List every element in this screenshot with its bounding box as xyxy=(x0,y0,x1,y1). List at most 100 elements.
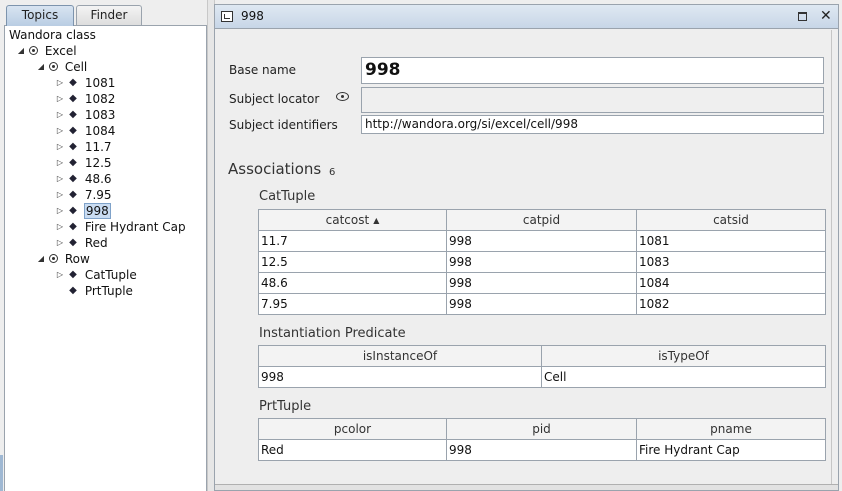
table-cell[interactable]: 1083 xyxy=(636,251,826,273)
column-header-pcolor[interactable]: pcolor xyxy=(258,418,447,440)
panel-window-icon xyxy=(221,11,233,22)
table-cell[interactable]: Fire Hydrant Cap xyxy=(636,439,826,461)
maximize-icon[interactable] xyxy=(798,12,807,21)
subject-locator-field[interactable] xyxy=(361,87,824,113)
topic-diamond-icon: ◆ xyxy=(69,77,77,88)
table-cell[interactable]: Red xyxy=(258,439,447,461)
column-header-pname[interactable]: pname xyxy=(636,418,826,440)
collapsed-toggle-icon[interactable]: ▷ xyxy=(54,171,66,187)
table-cell[interactable]: 12.5 xyxy=(258,251,447,273)
topic-diamond-icon: ◆ xyxy=(69,93,77,104)
column-header-catsid[interactable]: catsid xyxy=(636,209,826,231)
table-cell[interactable]: 998 xyxy=(446,439,637,461)
collapsed-toggle-icon[interactable]: ▷ xyxy=(54,219,66,235)
subject-locator-label: Subject locator xyxy=(229,92,320,106)
expanded-toggle-icon[interactable]: ◢ xyxy=(15,43,27,59)
tree-item-12-5[interactable]: ▷ ◆ 12.5 xyxy=(54,155,113,171)
collapsed-toggle-icon[interactable]: ▷ xyxy=(54,139,66,155)
topic-diamond-icon: ◆ xyxy=(69,173,77,184)
column-header-istypeof[interactable]: isTypeOf xyxy=(541,345,826,367)
collapsed-toggle-icon[interactable]: ▷ xyxy=(54,91,66,107)
table-cell[interactable]: 11.7 xyxy=(258,230,447,252)
topic-diamond-icon: ◆ xyxy=(69,157,77,168)
table-cell[interactable]: 998 xyxy=(258,366,542,388)
table-cell[interactable]: 1082 xyxy=(636,293,826,315)
tree-item-excel[interactable]: ◢ Excel xyxy=(15,43,78,59)
associations-heading: Associations xyxy=(228,160,322,178)
tree-item-1082[interactable]: ▷ ◆ 1082 xyxy=(54,91,116,107)
tree-item-label: 12.5 xyxy=(84,156,112,170)
table-cell[interactable]: 1084 xyxy=(636,272,826,294)
collapsed-toggle-icon[interactable]: ▷ xyxy=(54,267,66,283)
tree-item-fire-hydrant-cap[interactable]: ▷ ◆ Fire Hydrant Cap xyxy=(54,219,187,235)
table-header-row: catcost ▲ catpid catsid xyxy=(258,209,826,231)
table-cell[interactable]: 998 xyxy=(446,230,637,252)
tab-topics[interactable]: Topics xyxy=(6,5,74,26)
table-cell[interactable]: 7.95 xyxy=(258,293,447,315)
class-node-icon xyxy=(29,46,38,55)
table-cell[interactable]: Cell xyxy=(541,366,826,388)
tree-item-red[interactable]: ▷ ◆ Red xyxy=(54,235,109,251)
left-edge-strip xyxy=(0,455,3,491)
collapsed-toggle-icon[interactable]: ▷ xyxy=(54,155,66,171)
tree-item-label: 7.95 xyxy=(84,188,112,202)
tree-item-label: 11.7 xyxy=(84,140,112,154)
table-header-row: isInstanceOf isTypeOf xyxy=(258,345,826,367)
subject-identifier-field[interactable]: http://wandora.org/si/excel/cell/998 xyxy=(361,115,824,134)
column-header-catcost[interactable]: catcost ▲ xyxy=(258,209,447,231)
tree-item-1083[interactable]: ▷ ◆ 1083 xyxy=(54,107,116,123)
topic-diamond-icon: ◆ xyxy=(69,109,77,120)
column-header-catpid[interactable]: catpid xyxy=(446,209,637,231)
column-header-isinstanceof[interactable]: isInstanceOf xyxy=(258,345,542,367)
collapsed-toggle-icon[interactable]: ▷ xyxy=(54,75,66,91)
table-row[interactable]: 48.6 998 1084 xyxy=(258,272,826,294)
table-header-row: pcolor pid pname xyxy=(258,418,826,440)
tree-item-1081[interactable]: ▷ ◆ 1081 xyxy=(54,75,116,91)
base-name-field[interactable]: 998 xyxy=(361,57,824,84)
table-row[interactable]: 7.95 998 1082 xyxy=(258,293,826,315)
collapsed-toggle-icon[interactable]: ▷ xyxy=(54,187,66,203)
table-cell[interactable]: 1081 xyxy=(636,230,826,252)
expanded-toggle-icon[interactable]: ◢ xyxy=(35,59,47,75)
column-header-pid[interactable]: pid xyxy=(446,418,637,440)
topic-diamond-icon: ◆ xyxy=(69,285,77,296)
table-cell[interactable]: 48.6 xyxy=(258,272,447,294)
table-cell[interactable]: 998 xyxy=(446,251,637,273)
tree-item-wandora-class[interactable]: Wandora class xyxy=(8,27,97,43)
tree-item-7-95[interactable]: ▷ ◆ 7.95 xyxy=(54,187,113,203)
association-table-prttuple: pcolor pid pname Red 998 Fire Hydrant Ca… xyxy=(258,418,826,461)
close-icon[interactable]: ✕ xyxy=(820,8,832,24)
tree-item-1084[interactable]: ▷ ◆ 1084 xyxy=(54,123,116,139)
tree-item-label: 998 xyxy=(83,203,111,219)
tree-item-label: Wandora class xyxy=(9,28,96,42)
association-group-title: CatTuple xyxy=(259,189,316,204)
collapsed-toggle-icon[interactable]: ▷ xyxy=(54,235,66,251)
tree-item-11-7[interactable]: ▷ ◆ 11.7 xyxy=(54,139,113,155)
tree-item-prttuple[interactable]: ◆ PrtTuple xyxy=(54,283,134,299)
collapsed-toggle-icon[interactable]: ▷ xyxy=(54,107,66,123)
collapsed-toggle-icon[interactable]: ▷ xyxy=(54,123,66,139)
eye-icon[interactable] xyxy=(336,92,349,101)
association-table-instantiation-predicate: isInstanceOf isTypeOf 998 Cell xyxy=(258,345,826,388)
collapsed-toggle-icon[interactable]: ▷ xyxy=(54,203,66,219)
table-row[interactable]: Red 998 Fire Hydrant Cap xyxy=(258,439,826,461)
tree-item-48-6[interactable]: ▷ ◆ 48.6 xyxy=(54,171,113,187)
topic-panel-titlebar: 998 ✕ xyxy=(215,5,838,29)
topic-diamond-icon: ◆ xyxy=(69,125,77,136)
table-row[interactable]: 998 Cell xyxy=(258,366,826,388)
table-row[interactable]: 12.5 998 1083 xyxy=(258,251,826,273)
table-cell[interactable]: 998 xyxy=(446,293,637,315)
expanded-toggle-icon[interactable]: ◢ xyxy=(35,251,47,267)
tab-finder[interactable]: Finder xyxy=(76,5,142,26)
tree-item-row[interactable]: ◢ Row xyxy=(35,251,91,267)
topic-panel: 998 ✕ Base name 998 Subject locator Subj… xyxy=(214,4,839,491)
tree-item-label: 1082 xyxy=(84,92,116,106)
associations-count: 6 xyxy=(329,167,336,178)
tree-item-cell[interactable]: ◢ Cell xyxy=(35,59,88,75)
tree-item-998[interactable]: ▷ ◆ 998 xyxy=(54,203,111,219)
tree-item-cattuple[interactable]: ▷ ◆ CatTuple xyxy=(54,267,138,283)
table-row[interactable]: 11.7 998 1081 xyxy=(258,230,826,252)
table-cell[interactable]: 998 xyxy=(446,272,637,294)
tree-item-label: Row xyxy=(64,252,90,266)
tree-item-label: 48.6 xyxy=(84,172,112,186)
